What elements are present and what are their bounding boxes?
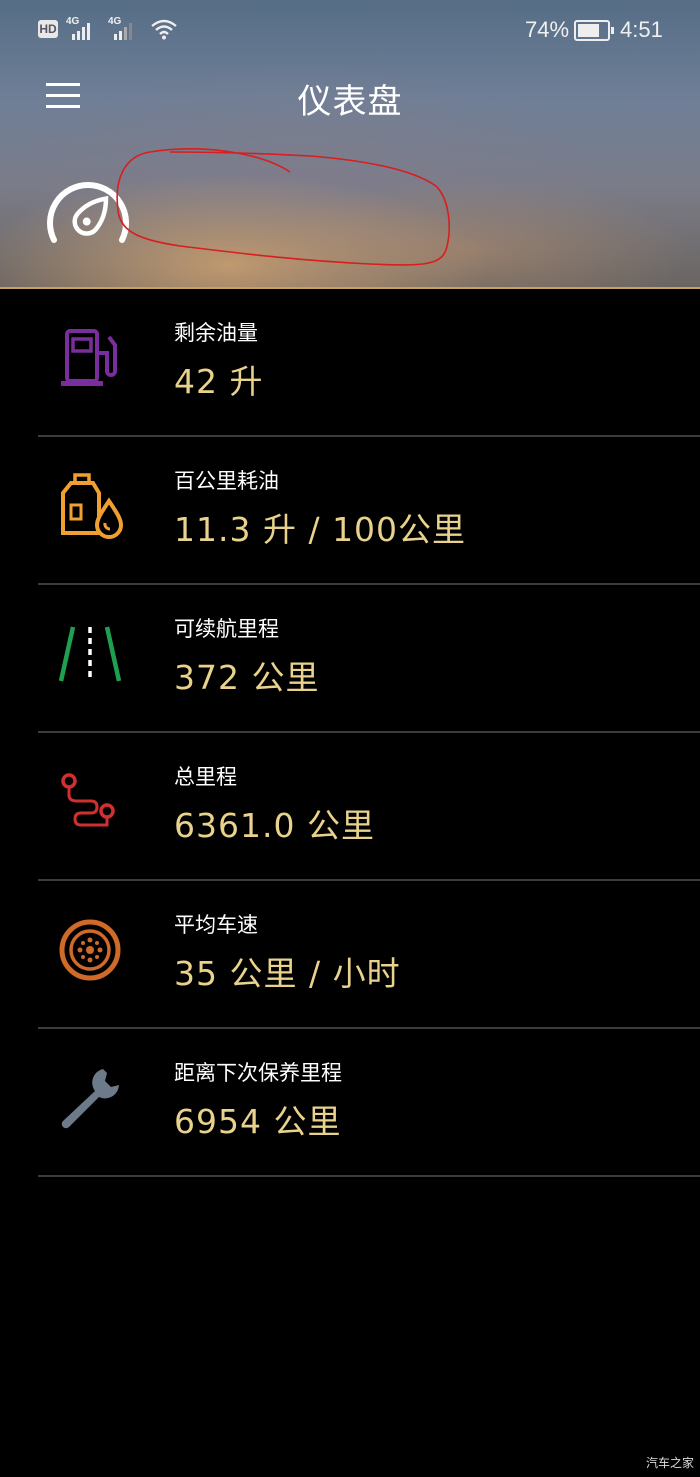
item-value: 42 升 <box>174 362 264 401</box>
item-label: 总里程 <box>174 765 237 789</box>
wrench-icon <box>61 1069 119 1129</box>
route-icon <box>61 773 115 827</box>
item-value: 6954 公里 <box>174 1102 342 1141</box>
item-value: 372 公里 <box>174 658 320 697</box>
battery-icon <box>574 20 614 41</box>
metrics-list: 剩余油量 42 升 百公里耗油 11.3 升 / 100公里 可续航里程 372… <box>0 289 700 1177</box>
item-label: 距离下次保养里程 <box>174 1061 342 1085</box>
dashboard-header: HD 4G 4G 74% 4:51 仪表盘 <box>0 0 700 289</box>
red-scribble-annotation <box>116 148 450 266</box>
clock: 4:51 <box>620 17 663 42</box>
item-label: 剩余油量 <box>174 321 258 345</box>
item-value: 6361.0 公里 <box>174 806 375 845</box>
list-item-odometer[interactable]: 总里程 6361.0 公里 <box>0 733 700 881</box>
list-item-fuel[interactable]: 剩余油量 42 升 <box>0 289 700 437</box>
item-label: 百公里耗油 <box>174 469 279 493</box>
list-item-maintenance[interactable]: 距离下次保养里程 6954 公里 <box>0 1029 700 1177</box>
watermark: 汽车之家 <box>645 1456 694 1470</box>
wheel-icon <box>59 919 121 981</box>
item-label: 平均车速 <box>174 913 258 937</box>
item-label: 可续航里程 <box>174 617 279 641</box>
oil-can-icon <box>61 473 124 539</box>
list-item-range[interactable]: 可续航里程 372 公里 <box>0 585 700 733</box>
wifi-icon <box>151 19 177 40</box>
item-value: 35 公里 / 小时 <box>174 954 401 993</box>
road-icon <box>58 626 122 682</box>
fuel-pump-icon <box>61 329 117 386</box>
list-item-consumption[interactable]: 百公里耗油 11.3 升 / 100公里 <box>0 437 700 585</box>
battery-percent: 74% <box>525 17 570 42</box>
list-item-avg-speed[interactable]: 平均车速 35 公里 / 小时 <box>0 881 700 1029</box>
page-title: 仪表盘 <box>297 82 403 122</box>
status-bar: HD 4G 4G 74% 4:51 <box>38 16 663 42</box>
item-value: 11.3 升 / 100公里 <box>174 510 467 549</box>
hd-badge: HD <box>38 20 58 38</box>
